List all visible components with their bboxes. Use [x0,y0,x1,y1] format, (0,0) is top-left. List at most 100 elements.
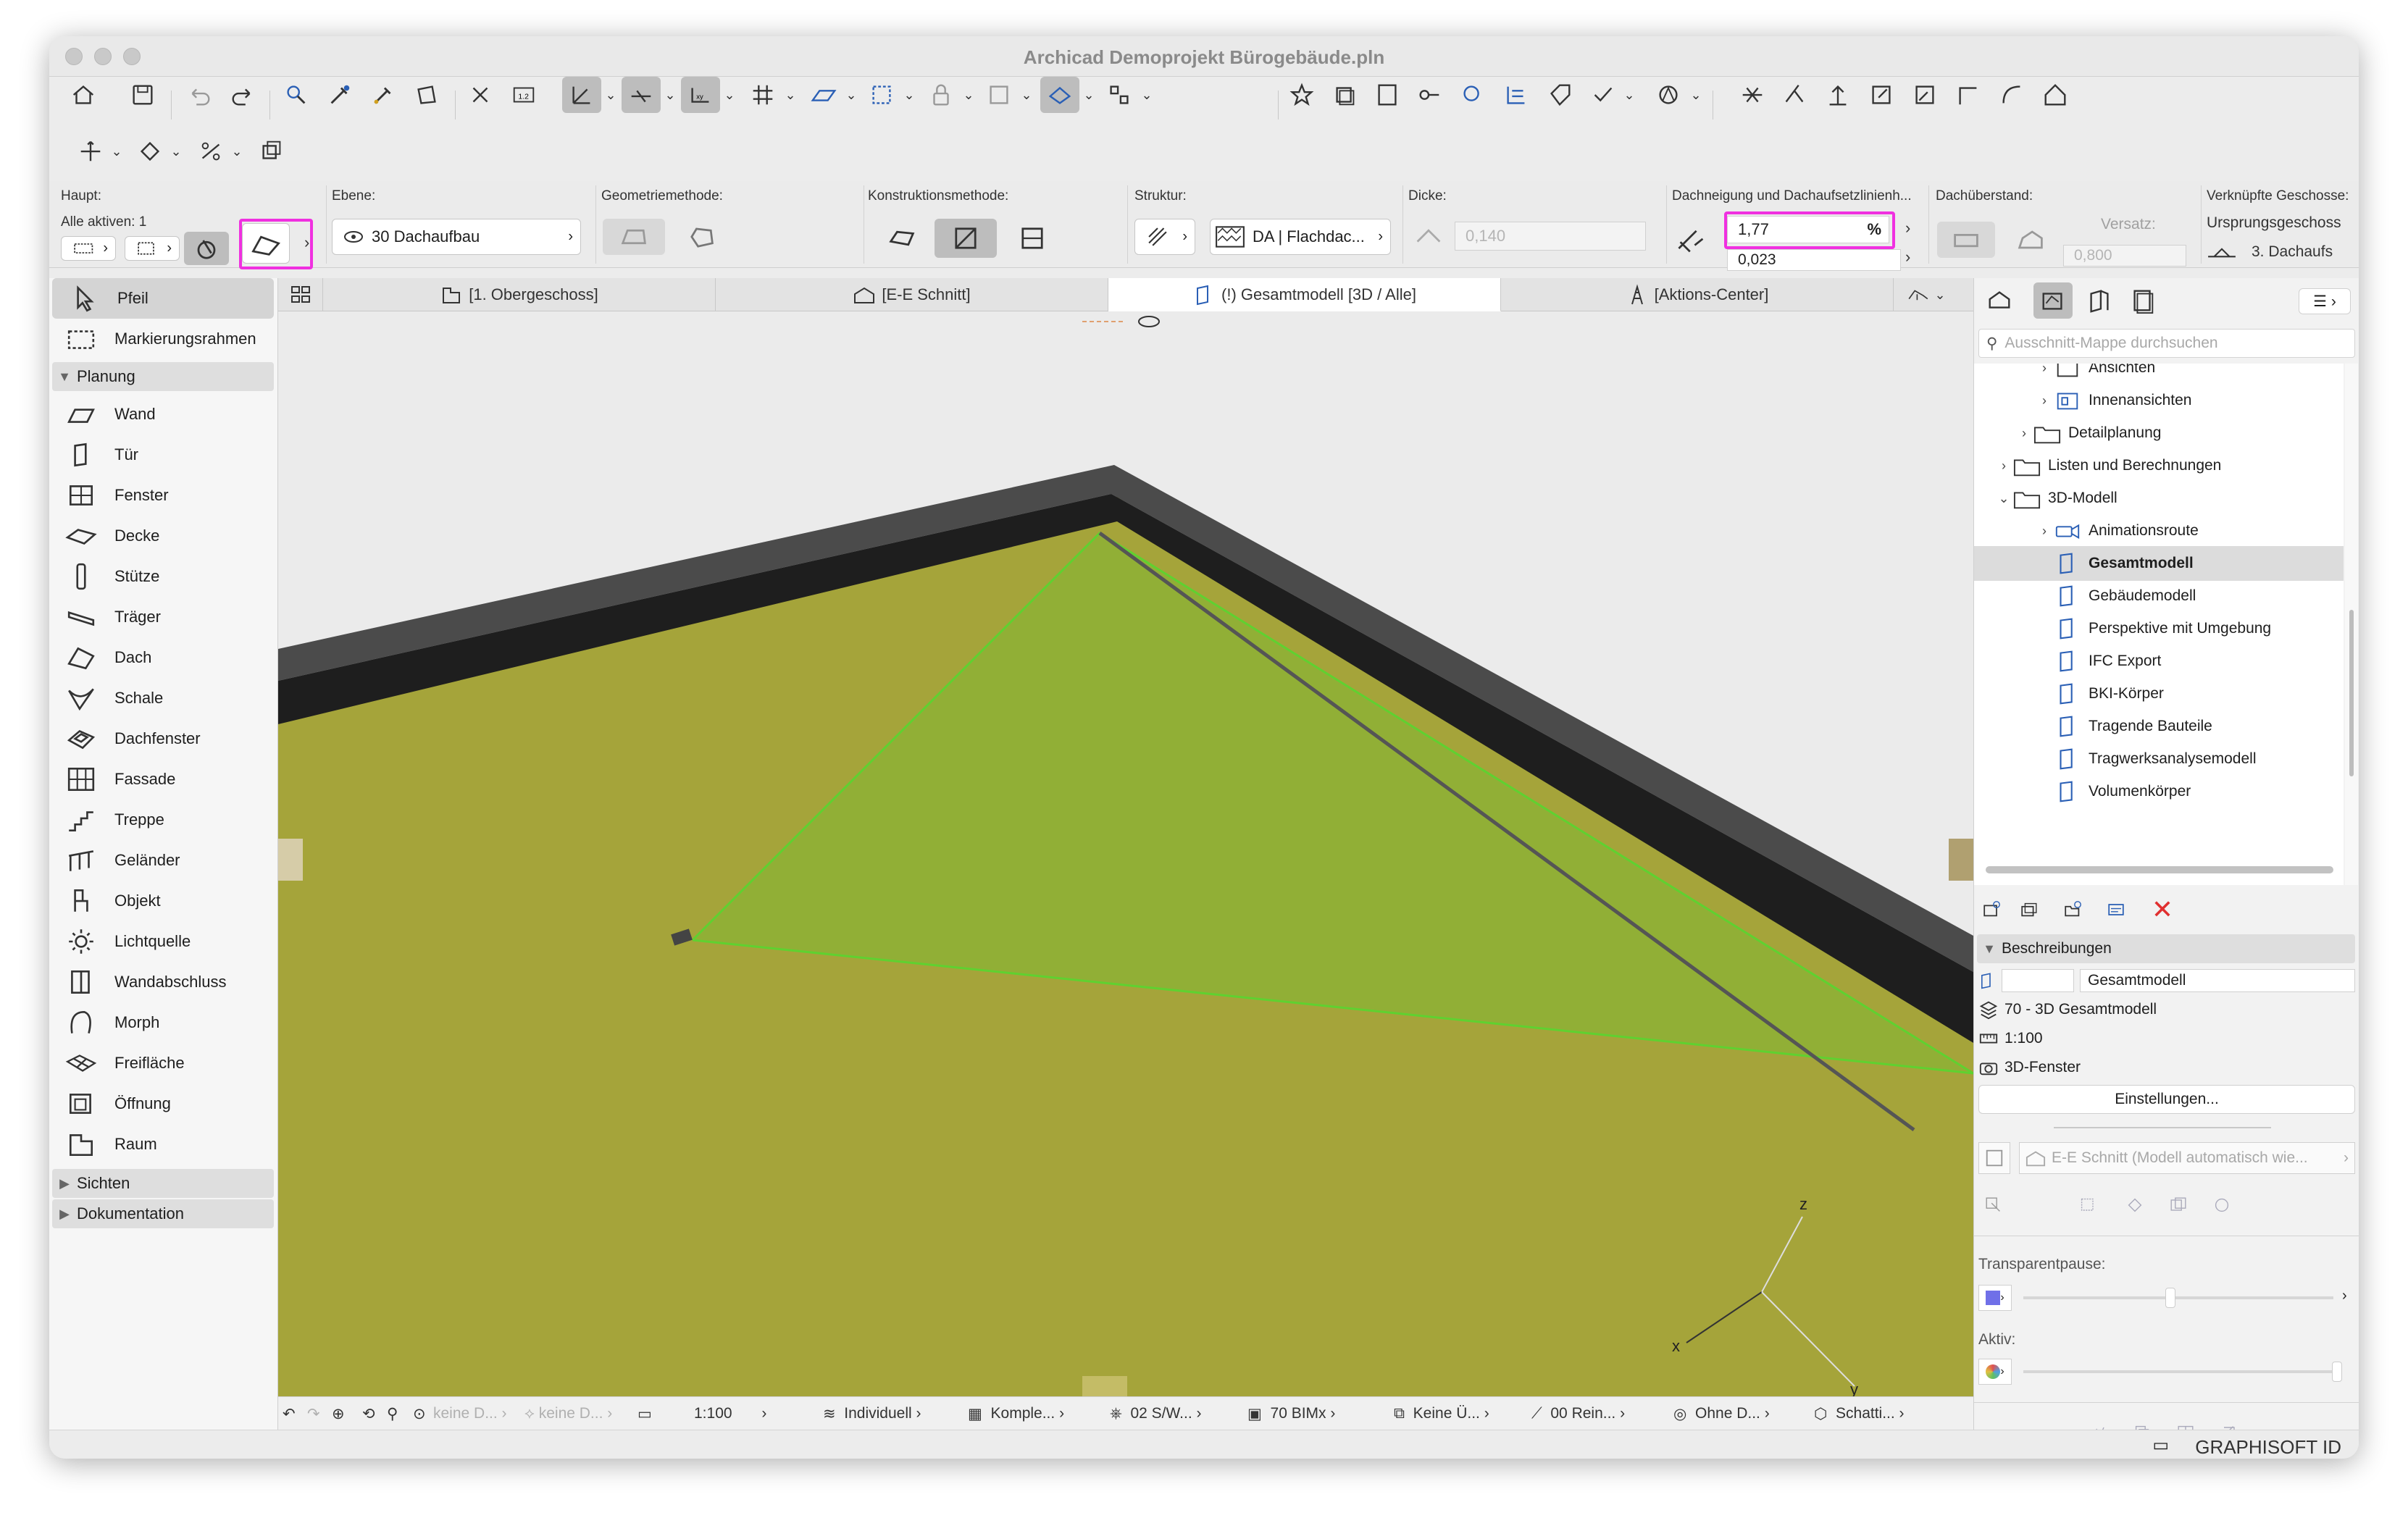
color-swatch-button[interactable]: › [1978,1285,2012,1311]
source-view-toggle[interactable] [1978,1142,2010,1174]
rectangle-construction-icon[interactable] [871,219,933,258]
status-layer-combination[interactable]: ≋ Individuell › [823,1397,921,1430]
chevron-icon[interactable]: › [2035,393,2054,408]
schedule-icon[interactable] [1498,77,1534,113]
window-layout-icon[interactable]: ▭ [2152,1435,2169,1456]
layout-book-icon[interactable] [2081,282,2118,319]
tool-gelaender[interactable]: Geländer [49,840,278,881]
chevron-down-icon[interactable]: ⌄ [961,77,977,113]
tree-item[interactable]: Gesamtmodell [1974,546,2344,581]
rotate-icon[interactable] [132,133,168,169]
tool-tuer[interactable]: Tür [49,435,278,475]
split-icon[interactable] [1776,77,1813,113]
orbit-icon[interactable]: ⟲ [362,1397,375,1430]
lock-icon[interactable] [923,77,959,113]
graphisoft-id-link[interactable]: GRAPHISOFT ID [2195,1436,2341,1459]
grid-icon[interactable] [745,77,781,113]
tool-fassade[interactable]: Fassade [49,759,278,800]
chevron-right-icon[interactable]: › [1905,248,1910,267]
status-renovation[interactable]: ⟡ keine D... › [524,1397,612,1430]
tool-raum[interactable]: Raum [49,1124,278,1165]
status-pen-set[interactable]: ⎈ 02 S/W... › [1110,1397,1202,1430]
group-dokumentation[interactable]: ▶ Dokumentation [52,1199,274,1228]
link-icon[interactable] [1411,77,1447,113]
save-view-icon[interactable] [1978,892,2010,928]
guide-lines-icon[interactable] [562,77,601,113]
redo-icon[interactable] [225,77,261,113]
chevron-down-icon[interactable]: ⌄ [229,133,245,169]
3d-navigation-icon[interactable] [1040,77,1079,113]
resize-icon[interactable] [1863,77,1899,113]
thickness-field[interactable]: 0,140 [1455,222,1646,251]
chevron-down-icon[interactable]: ⌄ [1688,77,1704,113]
group-icon[interactable] [1101,77,1137,113]
chevron-down-icon[interactable]: ⌄ [1019,77,1034,113]
tree-item[interactable]: Volumenkörper [1974,774,2344,809]
chevron-down-icon[interactable]: ⌄ [782,77,798,113]
check-icon[interactable] [1585,77,1621,113]
settings-button[interactable]: Einstellungen... [1978,1085,2355,1114]
marquee-redefine-icon[interactable] [2065,1187,2116,1223]
adjust-icon[interactable] [1907,77,1943,113]
mirror-icon[interactable] [193,133,229,169]
chevron-icon[interactable]: › [2015,426,2033,441]
save-icon[interactable] [125,77,161,113]
edit-plane-icon[interactable] [806,77,842,113]
eye-icon[interactable] [1138,316,1160,327]
status-renovation-filter[interactable]: ⟋ 00 Rein... › [1531,1397,1625,1430]
marquee-tool-icon[interactable] [864,77,900,113]
polygon-construction-icon[interactable] [935,219,997,258]
stacked-views-icon[interactable] [1327,77,1363,113]
selection-method-button[interactable]: › [61,236,116,261]
tree-item[interactable]: › Listen und Berechnungen [1974,448,2344,483]
chevron-icon[interactable]: › [1994,458,2013,474]
magic-wand-icon[interactable] [409,77,445,113]
new-folder-icon[interactable] [2054,892,2097,928]
tree-item[interactable]: › Innenansichten [1974,383,2344,418]
group-planung[interactable]: ▼ Planung [52,362,274,391]
tree-item[interactable]: IFC Export [1974,644,2344,679]
snap-point-icon[interactable] [462,77,498,113]
chevron-down-icon[interactable]: ⌄ [168,133,184,169]
status-shading[interactable]: ⬡ Schatti... › [1814,1397,1905,1430]
marquee-method-button[interactable]: › [125,236,180,261]
tool-oeffnung[interactable]: Öffnung [49,1083,278,1124]
tool-fenster[interactable]: Fenster [49,475,278,516]
layer-select-button[interactable]: 30 Dachaufbau › [332,219,581,255]
tree-item[interactable]: BKI-Körper [1974,676,2344,711]
refresh-icon[interactable] [2203,1187,2246,1223]
right-edge-handle[interactable] [1949,839,1973,881]
source-view-select[interactable]: E-E Schnitt (Modell automatisch wie... › [2019,1142,2355,1174]
offset-field[interactable]: 0,800 [2063,245,2186,267]
active-slider[interactable] [2023,1370,2333,1373]
find-select-icon[interactable] [278,77,314,113]
tab-options-button[interactable]: ⌄ [1894,278,1959,311]
favorites-icon[interactable] [1284,77,1320,113]
clone-view-icon[interactable] [2010,892,2054,928]
view-settings-icon[interactable] [2097,892,2141,928]
fillet-icon[interactable] [1950,77,1986,113]
copy-view-icon[interactable] [2160,1187,2203,1223]
tab-overview-icon[interactable] [278,278,323,311]
snap-guides-icon[interactable] [622,77,661,113]
single-plane-icon[interactable] [603,219,665,255]
chevron-right-icon[interactable]: › [1905,219,1910,238]
status-graphic-override[interactable]: keine D... › [433,1397,507,1430]
dimension-icon[interactable]: 1.2 [506,77,542,113]
trim-icon[interactable] [1734,77,1771,113]
tool-markierungsrahmen[interactable]: Markierungsrahmen [49,319,278,359]
tree-item[interactable]: Perspektive mit Umgebung [1974,611,2344,646]
zoom-fit-icon[interactable]: ⊙ [413,1397,426,1430]
section-beschreibungen[interactable]: ▼ Beschreibungen [1977,934,2355,963]
chevron-down-icon[interactable]: ⌄ [901,77,917,113]
chevron-down-icon[interactable]: ⌄ [662,77,678,113]
tool-decke[interactable]: Decke [49,516,278,556]
syringe-icon[interactable] [365,77,401,113]
tab-obergeschoss[interactable]: [1. Obergeschoss] [323,278,716,311]
chevron-down-icon[interactable]: ⌄ [1081,77,1097,113]
redefine-icon[interactable] [1978,1187,2015,1223]
eyedropper-icon[interactable] [322,77,358,113]
layer-icon[interactable] [981,77,1017,113]
bottom-edge-handle[interactable] [1082,1376,1127,1396]
3d-viewport[interactable]: z x y [278,311,1973,1396]
